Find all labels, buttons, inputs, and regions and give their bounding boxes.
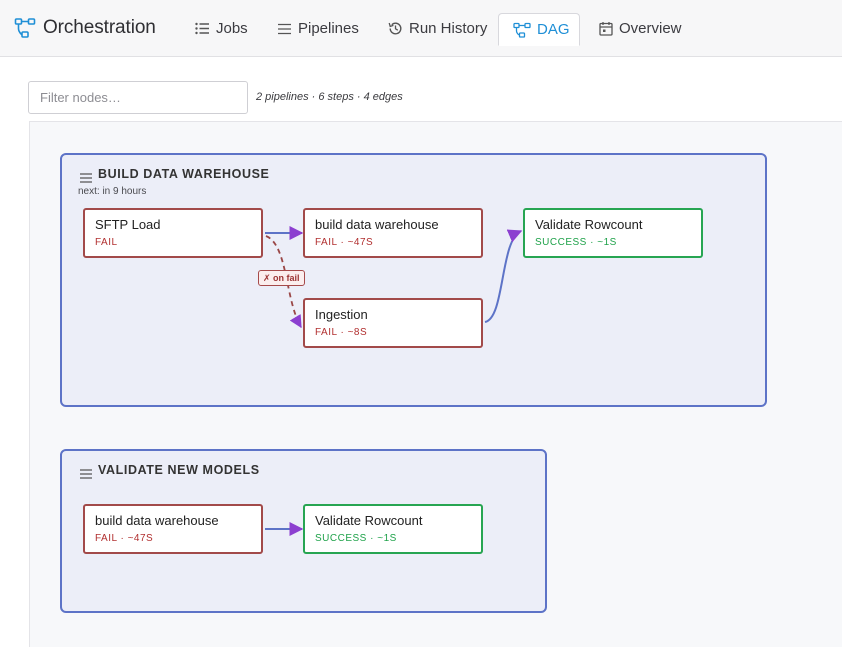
node-name: Validate Rowcount (315, 513, 423, 528)
list-icon (195, 22, 216, 35)
dag-logo-icon (14, 17, 36, 39)
tab-pipelines[interactable]: Pipelines (263, 13, 373, 44)
step-node-build-data-warehouse[interactable]: build data warehouse FAIL · ~47S (83, 504, 263, 554)
step-node-validate-rowcount[interactable]: Validate Rowcount SUCCESS · ~1S (303, 504, 483, 554)
dag-icon (513, 22, 537, 38)
app-title: Orchestration (43, 17, 156, 38)
next-run-text: next: in 9 hours (78, 186, 147, 197)
node-status: SUCCESS · ~1S (315, 533, 397, 544)
step-node-sftp-load[interactable]: SFTP Load FAIL (83, 208, 263, 258)
node-status: FAIL · ~8S (315, 327, 368, 338)
history-icon (388, 21, 409, 36)
step-node-validate-rowcount[interactable]: Validate Rowcount SUCCESS · ~1S (523, 208, 703, 258)
brand: Orchestration (14, 15, 156, 41)
tab-label: Overview (619, 20, 682, 37)
calendar-icon (599, 21, 619, 36)
menu-lines-icon[interactable] (80, 466, 92, 484)
tab-overview[interactable]: Overview (585, 13, 696, 44)
node-name: Ingestion (315, 307, 368, 322)
filter-nodes-input[interactable] (28, 81, 248, 114)
pipeline-group-build-data-warehouse[interactable]: BUILD DATA WAREHOUSE next: in 9 hours (60, 153, 767, 407)
lines-icon (277, 23, 298, 35)
node-status: SUCCESS · ~1S (535, 237, 617, 248)
pipeline-title: BUILD DATA WAREHOUSE (98, 167, 270, 181)
tab-label: Run History (409, 20, 488, 37)
node-status: FAIL · ~47S (95, 533, 154, 544)
step-node-ingestion[interactable]: Ingestion FAIL · ~8S (303, 298, 483, 348)
app-header: Orchestration Jobs Pipelines Run History (0, 0, 842, 57)
graph-summary: 2 pipelines · 6 steps · 4 edges (256, 91, 403, 103)
node-status: FAIL · ~47S (315, 237, 374, 248)
node-name: SFTP Load (95, 217, 161, 232)
on-fail-edge-label: ✗ on fail (258, 270, 305, 286)
step-node-build-data-warehouse[interactable]: build data warehouse FAIL · ~47S (303, 208, 483, 258)
tab-label: Jobs (216, 20, 248, 37)
node-status: FAIL (95, 237, 118, 248)
tab-dag[interactable]: DAG (498, 13, 580, 46)
node-name: Validate Rowcount (535, 217, 643, 232)
tab-label: Pipelines (298, 20, 359, 37)
pipeline-title: VALIDATE NEW MODELS (98, 463, 260, 477)
tab-run-history[interactable]: Run History (374, 13, 501, 44)
tab-label: DAG (537, 21, 570, 38)
tab-jobs[interactable]: Jobs (181, 13, 262, 44)
node-name: build data warehouse (315, 217, 439, 232)
node-name: build data warehouse (95, 513, 219, 528)
